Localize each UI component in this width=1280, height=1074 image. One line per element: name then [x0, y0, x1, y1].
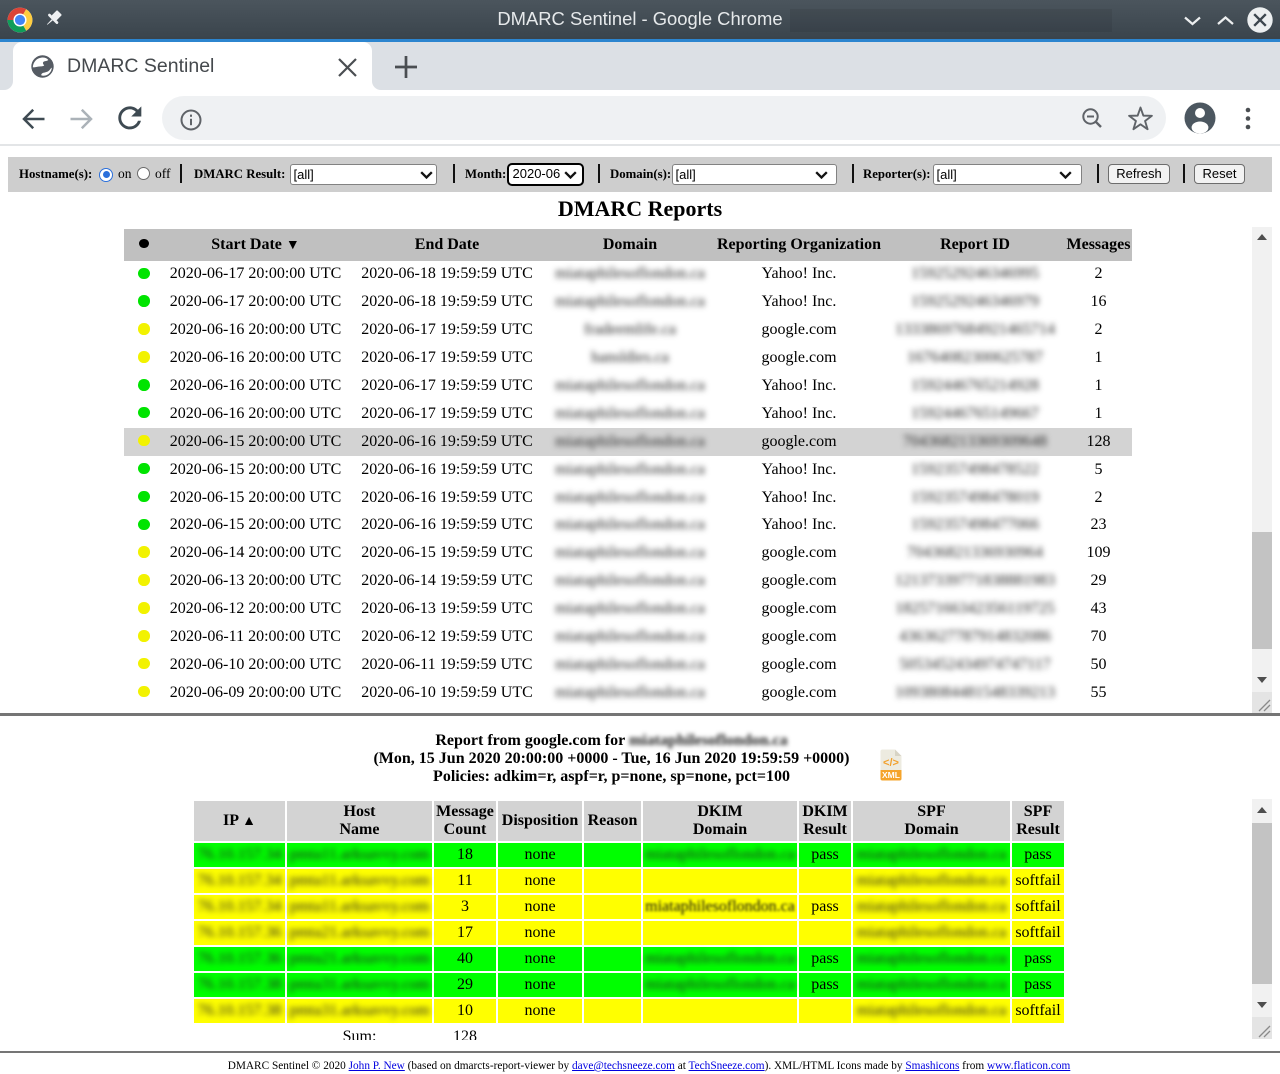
svg-text:</>: </>: [883, 757, 899, 769]
svg-text:XML: XML: [882, 770, 900, 780]
